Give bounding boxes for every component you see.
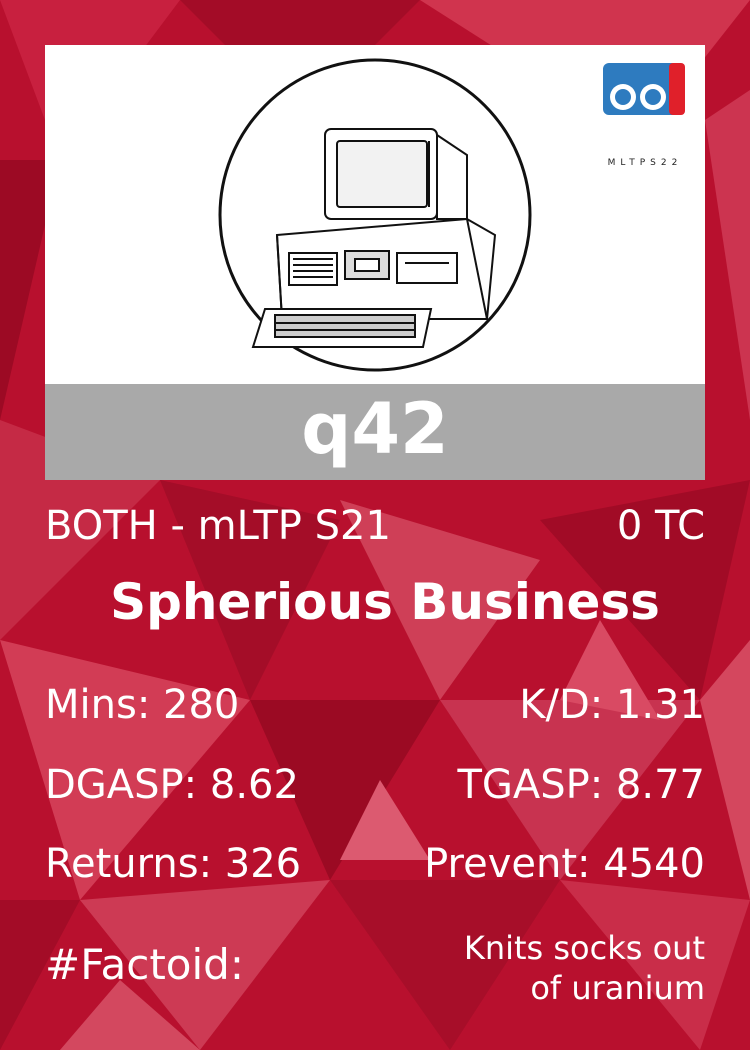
tc-label: 0 TC — [616, 503, 705, 549]
factoid-label: #Factoid: — [45, 940, 244, 989]
stat-returns: Returns: 326 — [45, 841, 302, 887]
stat-prevent: Prevent: 4540 — [424, 841, 705, 887]
portrait-panel: MLTPS22 — [45, 45, 705, 385]
player-name: q42 — [45, 384, 705, 480]
computer-icon — [218, 58, 532, 372]
player-card: MLTPS22 q42 BOTH - mLTP S21 0 TC Spherio… — [0, 0, 750, 1050]
stat-mins: Mins: 280 — [45, 682, 240, 728]
logo-text: MLTPS22 — [607, 158, 683, 168]
stat-tgasp: TGASP: 8.77 — [457, 762, 705, 808]
stat-kd: K/D: 1.31 — [519, 682, 705, 728]
factoid-text: Knits socks out of uranium — [395, 928, 705, 1008]
league-label: BOTH - mLTP S21 — [45, 503, 391, 549]
factoid-line-2: of uranium — [530, 969, 705, 1007]
factoid-line-1: Knits socks out — [463, 929, 705, 967]
team-name: Spherious Business — [110, 573, 660, 631]
stat-dgasp: DGASP: 8.62 — [45, 762, 299, 808]
league-logo — [603, 63, 685, 115]
